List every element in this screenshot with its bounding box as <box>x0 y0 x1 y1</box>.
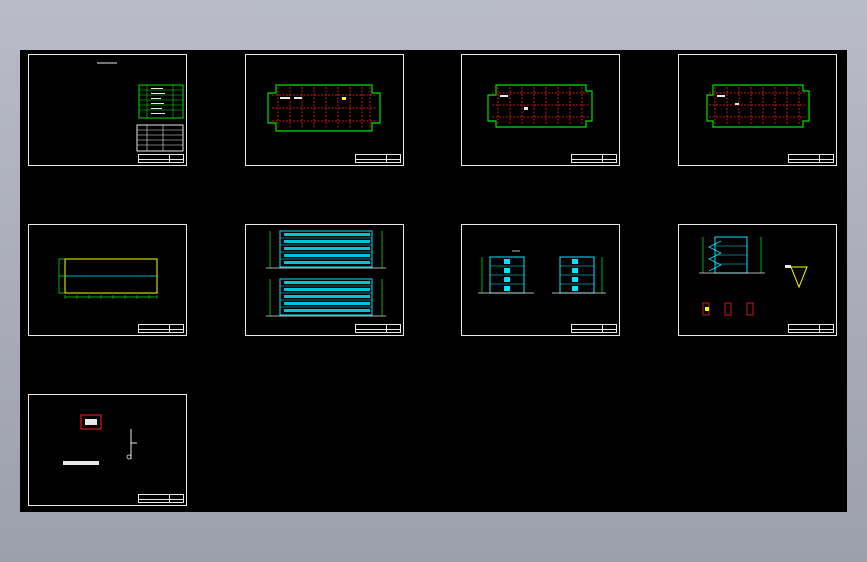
title-block <box>355 324 401 333</box>
title-block <box>571 154 617 163</box>
sheet-1[interactable] <box>28 54 187 166</box>
floor-plan-drawing <box>487 84 593 128</box>
floor-plan-drawing <box>706 84 810 128</box>
sheet-8[interactable] <box>678 224 837 336</box>
sheet-4[interactable] <box>678 54 837 166</box>
title-block <box>138 324 184 333</box>
title-block <box>571 324 617 333</box>
title-block <box>355 154 401 163</box>
title-block <box>788 324 834 333</box>
sheet-7[interactable] <box>461 224 620 336</box>
sheet-9[interactable] <box>28 394 187 506</box>
title-block <box>788 154 834 163</box>
details-drawing <box>63 414 137 465</box>
section-drawing <box>699 236 808 316</box>
elevation-drawing <box>266 230 386 317</box>
sheet-1-drawing <box>97 62 184 152</box>
title-block <box>138 154 184 163</box>
sheet-5[interactable] <box>28 224 187 336</box>
site-outline-drawing <box>58 258 158 299</box>
floor-plan-drawing <box>267 84 381 132</box>
sheet-2[interactable] <box>245 54 404 166</box>
drawing-canvas[interactable] <box>20 50 847 512</box>
sheet-3[interactable] <box>461 54 620 166</box>
title-block <box>138 494 184 503</box>
sheet-6[interactable] <box>245 224 404 336</box>
side-elevation-drawing <box>478 250 606 294</box>
